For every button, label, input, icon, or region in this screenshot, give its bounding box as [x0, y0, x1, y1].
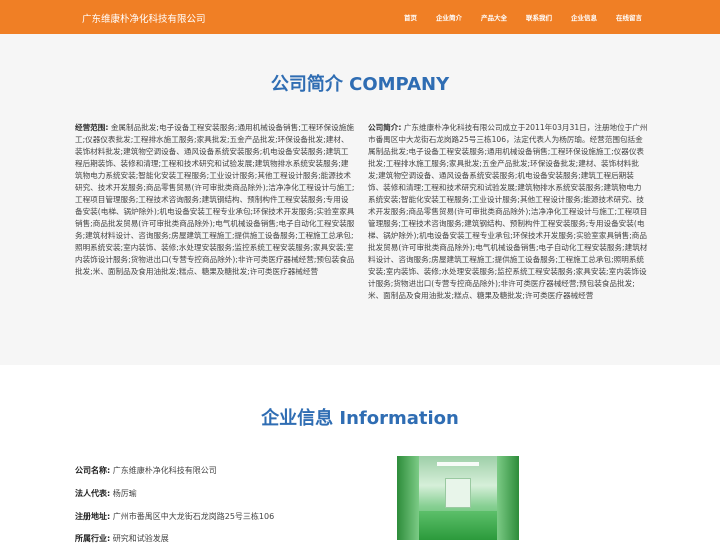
brand-name[interactable]: 广东维康朴净化科技有限公司 [82, 11, 206, 25]
info-label: 法人代表: [75, 489, 111, 498]
cleanroom-photo [397, 456, 519, 540]
info-value: 广州市番禺区中大龙街石龙岗路25号三栋106 [112, 512, 275, 521]
info-row-company-name: 公司名称: 广东维康朴净化科技有限公司 [75, 465, 217, 476]
photo-ceiling-light [437, 462, 479, 466]
nav-products[interactable]: 产品大全 [481, 12, 507, 22]
info-row-legal-rep: 法人代表: 杨厉瑜 [75, 488, 137, 499]
info-title: 企业信息 Information [261, 408, 459, 429]
photo-door [445, 478, 471, 508]
photo-wall-left [397, 456, 419, 540]
info-value: 研究和试验发展 [112, 534, 169, 543]
info-label: 公司名称: [75, 466, 111, 475]
info-label: 注册地址: [75, 512, 111, 521]
info-value: 杨厉瑜 [112, 489, 137, 498]
info-value: 广东维康朴净化科技有限公司 [112, 466, 217, 475]
main-nav: 首页 企业简介 产品大全 联系我们 企业信息 在线留言 [385, 12, 642, 22]
business-scope-label: 经营范围: [75, 123, 109, 132]
nav-company-info[interactable]: 企业信息 [571, 12, 597, 22]
about-title: 公司简介 COMPANY [270, 74, 450, 95]
top-navigation-bar: 广东维康朴净化科技有限公司 首页 企业简介 产品大全 联系我们 企业信息 在线留… [0, 0, 720, 34]
info-row-address: 注册地址: 广州市番禺区中大龙街石龙岗路25号三栋106 [75, 511, 274, 522]
nav-company-intro[interactable]: 企业简介 [436, 12, 462, 22]
company-intro-label: 公司简介: [368, 123, 402, 132]
company-intro: 公司简介: 广东维康朴净化科技有限公司成立于2011年03月31日，注册地位于广… [368, 122, 648, 302]
nav-contact[interactable]: 联系我们 [526, 12, 552, 22]
company-intro-text: 广东维康朴净化科技有限公司成立于2011年03月31日，注册地位于广州市番禺区中… [368, 123, 648, 300]
info-row-industry: 所属行业: 研究和试验发展 [75, 533, 169, 544]
info-label: 所属行业: [75, 534, 111, 543]
nav-message[interactable]: 在线留言 [616, 12, 642, 22]
business-scope-text: 金属制品批发;电子设备工程安装服务;通用机械设备销售;工程环保设施施工;仪器仪表… [75, 123, 355, 276]
photo-wall-right [497, 456, 519, 540]
nav-home[interactable]: 首页 [404, 12, 417, 22]
business-scope: 经营范围: 金属制品批发;电子设备工程安装服务;通用机械设备销售;工程环保设施施… [75, 122, 355, 278]
